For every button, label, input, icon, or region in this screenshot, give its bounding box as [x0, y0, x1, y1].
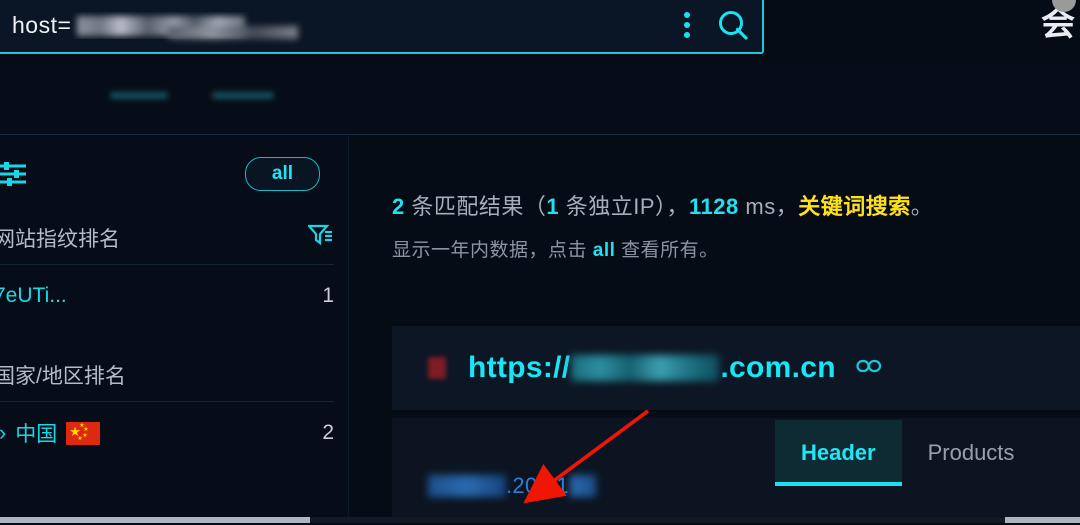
section-title: 国家/地区排名: [0, 365, 126, 388]
horizontal-scrollbar-thumb-right[interactable]: [1005, 517, 1080, 523]
rank-name: 7eUTi...: [0, 284, 67, 307]
latency-value: 1128: [689, 194, 739, 219]
header-divider: [0, 134, 1080, 135]
sidebar-rank-row-country[interactable]: » 中国 ★★★★★ 2: [0, 402, 348, 464]
dot: [684, 22, 690, 28]
url-scheme: https://: [468, 351, 571, 384]
url-suffix: .com.cn: [720, 351, 836, 384]
tab-header[interactable]: Header: [775, 420, 902, 486]
all-filter-button[interactable]: all: [244, 157, 320, 191]
detail-tabs: Header Products: [775, 420, 1040, 486]
summary-text-b: 条独立IP），: [559, 194, 690, 219]
results-summary: 2 条匹配结果（1 条独立IP），1128 ms，关键词搜索。 显示一年内数据，…: [380, 136, 1080, 262]
dot: [684, 12, 690, 18]
tab-products[interactable]: Products: [902, 420, 1041, 486]
result-url[interactable]: https:// .com.cn: [468, 351, 836, 385]
all-link[interactable]: all: [593, 240, 616, 261]
url-domain-redacted: [571, 355, 720, 381]
chain-link-icon[interactable]: [856, 356, 884, 381]
search-input[interactable]: host=: [0, 12, 670, 39]
search-bar[interactable]: host=: [0, 0, 764, 54]
sidebar-rank-row-fingerprint[interactable]: 7eUTi... 1: [0, 265, 348, 327]
funnel-icon[interactable]: [306, 223, 334, 253]
unique-ip-count: 1: [546, 194, 560, 219]
horizontal-scrollbar-thumb-left[interactable]: [0, 517, 310, 523]
rank-name: 中国: [15, 423, 58, 446]
dot: [684, 32, 690, 38]
section-title: 网站指纹排名: [0, 228, 120, 251]
double-chevron-icon: »: [0, 420, 6, 446]
search-query-redacted-second-line: [168, 26, 298, 39]
ip-suffix-redacted: [569, 475, 596, 497]
sidebar-toolbar: all: [0, 136, 348, 212]
rank-count: 1: [322, 284, 334, 307]
result-card-url[interactable]: https:// .com.cn: [392, 326, 1080, 410]
nav-item-blurred: [110, 92, 168, 99]
blurred-nav-strip: [0, 62, 1080, 134]
sliders-icon[interactable]: [0, 160, 38, 188]
summary2-text-a: 显示一年内数据，点击: [392, 240, 593, 261]
nav-item-blurred: [212, 92, 274, 99]
result-ip[interactable]: .200.1: [428, 473, 596, 499]
search-query-prefix: host=: [12, 11, 72, 38]
search-mode-label: 关键词搜索: [798, 194, 911, 219]
summary-line-1: 2 条匹配结果（1 条独立IP），1128 ms，关键词搜索。: [392, 190, 1080, 223]
results-panel: 2 条匹配结果（1 条独立IP），1128 ms，关键词搜索。 显示一年内数据，…: [380, 136, 1080, 523]
rank-name-wrap: » 中国 ★★★★★: [0, 418, 101, 448]
summary2-text-b: 查看所有。: [615, 240, 719, 261]
ip-visible-part: .200.1: [506, 473, 569, 498]
ip-prefix-redacted: [428, 475, 506, 497]
vertical-dots-icon[interactable]: [670, 12, 704, 38]
summary-line-2: 显示一年内数据，点击 all 查看所有。: [392, 235, 1080, 262]
section-header-fingerprint: 网站指纹排名: [0, 212, 348, 264]
sidebar-divider: [348, 136, 349, 523]
magnifier-icon[interactable]: [704, 8, 762, 42]
summary-text-d: 。: [910, 194, 934, 219]
section-header-country: 国家/地区排名: [0, 349, 348, 401]
summary-text-a: 条匹配结果（: [404, 194, 547, 219]
result-card-detail[interactable]: .200.1 Header Products: [392, 418, 1080, 523]
cn-flag-icon: ★ ★ ★ ★ ★: [66, 421, 101, 445]
sidebar: all 网站指纹排名 7eUTi... 1 国家/地区排名 » 中国 ★★★★★: [0, 136, 348, 516]
summary-text-c: ms，: [738, 194, 799, 219]
red-favicon-icon: [428, 357, 446, 379]
result-count: 2: [392, 194, 405, 219]
rank-count: 2: [322, 421, 334, 444]
